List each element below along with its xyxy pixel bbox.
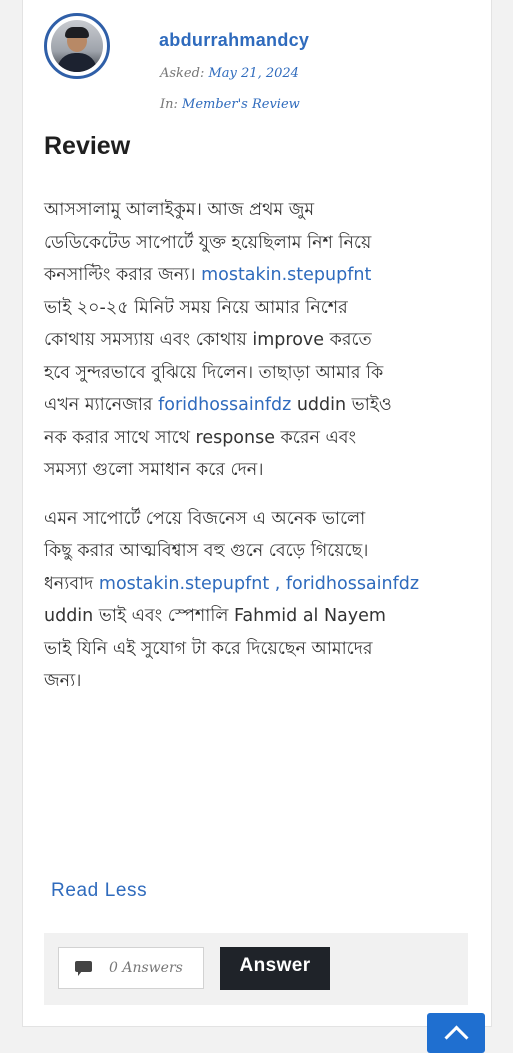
text-line: কিছু করার আত্মবিশ্বাস বহু গুনে বেড়ে গিয… <box>44 535 476 568</box>
question-body: আসসালামু আলাইকুম। আজ প্রথম জুম ডেডিকেটেড … <box>44 194 476 714</box>
text-line: জন্য। <box>44 665 476 698</box>
text-line: সমস্যা গুলো সমাধান করে দেন। <box>44 454 476 487</box>
asked-date-value[interactable]: May 21, 2024 <box>208 66 298 81</box>
paragraph-1: আসসালামু আলাইকুম। আজ প্রথম জুম ডেডিকেটেড … <box>44 194 476 487</box>
answers-count-label: 0 Answers <box>109 960 183 976</box>
question-footer: 0 Answers Answer <box>44 933 468 1005</box>
question-title: Review <box>44 132 131 160</box>
text-line: ডেডিকেটেড সাপোর্টে যুক্ত হয়েছিলাম নিশ ন… <box>44 227 476 260</box>
text-segment: এখন ম্যানেজার <box>44 395 159 415</box>
category-link[interactable]: Member's Review <box>182 97 300 112</box>
asked-date: Asked: May 21, 2024 <box>160 66 299 81</box>
text-line: আসসালামু আলাইকুম। আজ প্রথম জুম <box>44 194 476 227</box>
text-segment: কনসাল্টিং করার জন্য। <box>44 265 202 285</box>
answers-count-button[interactable]: 0 Answers <box>58 947 204 989</box>
scroll-to-top-button[interactable] <box>427 1013 485 1053</box>
text-segment: কোথায় সমস্যায় এবং কোথায় improve করতে <box>44 330 372 350</box>
text-line: ধন্যবাদ mostakin.stepupfnt , foridhossai… <box>44 568 476 601</box>
text-line: uddin ভাই এবং স্পেশালি Fahmid al Nayem <box>44 600 476 633</box>
text-line: এখন ম্যানেজার foridhossainfdz uddin ভাইও <box>44 389 476 422</box>
text-line: ভাই যিনি এই সুযোগ টা করে দিয়েছেন আমাদের <box>44 633 476 666</box>
text-segment: ডেডিকেটেড সাপোর্টে যুক্ত হয়েছিলাম নিশ ন… <box>44 232 372 253</box>
text-segment: uddin ভাইও <box>291 395 392 415</box>
text-segment: ভাই যিনি এই সুযোগ টা করে দিয়েছেন আমাদের <box>44 638 373 659</box>
text-segment: কিছু করার আত্মবিশ্বাস বহু গুনে বেড়ে গিয… <box>44 541 369 561</box>
author-name-link[interactable]: abdurrahmandcy <box>159 30 309 51</box>
text-line: কনসাল্টিং করার জন্য। mostakin.stepupfnt <box>44 259 476 292</box>
text-line: এমন সাপোর্টে পেয়ে বিজনেস এ অনেক ভালো <box>44 503 476 536</box>
text-line: নক করার সাথে সাথে response করেন এবং <box>44 422 476 455</box>
text-segment: হবে সুন্দরভাবে বুঝিয়ে দিলেন। তাছাড়া আম… <box>44 362 384 383</box>
avatar[interactable] <box>44 13 110 79</box>
text-segment: ভাই ২০-২৫ মিনিট সময় নিয়ে আমার নিশের <box>44 297 348 318</box>
text-segment: আসসালামু আলাইকুম। আজ প্রথম জুম <box>44 200 315 220</box>
text-line: ভাই ২০-২৫ মিনিট সময় নিয়ে আমার নিশের <box>44 292 476 325</box>
user-mention-link[interactable]: mostakin.stepupfnt , foridhossainfdz <box>99 574 419 594</box>
read-less-link[interactable]: Read Less <box>51 880 147 902</box>
text-segment: নক করার সাথে সাথে response করেন এবং <box>44 427 357 448</box>
text-line: কোথায় সমস্যায় এবং কোথায় improve করতে <box>44 324 476 357</box>
paragraph-2: এমন সাপোর্টে পেয়ে বিজনেস এ অনেক ভালো কিছ… <box>44 503 476 698</box>
user-mention-link[interactable]: mostakin.stepupfnt <box>201 265 371 285</box>
asked-label: Asked: <box>160 66 205 81</box>
text-segment: জন্য। <box>44 671 82 691</box>
text-line: হবে সুন্দরভাবে বুঝিয়ে দিলেন। তাছাড়া আম… <box>44 357 476 390</box>
text-segment: এমন সাপোর্টে পেয়ে বিজনেস এ অনেক ভালো <box>44 508 366 529</box>
comment-icon <box>75 961 93 976</box>
category-info: In: Member's Review <box>160 97 300 112</box>
avatar-photo <box>51 20 103 72</box>
text-segment: uddin ভাই এবং স্পেশালি Fahmid al Nayem <box>44 606 386 626</box>
chevron-up-icon <box>443 1025 469 1050</box>
text-segment: সমস্যা গুলো সমাধান করে দেন। <box>44 460 264 480</box>
answer-button[interactable]: Answer <box>220 947 330 990</box>
category-label: In: <box>160 97 178 112</box>
text-segment: ধন্যবাদ <box>44 573 99 594</box>
user-mention-link[interactable]: foridhossainfdz <box>158 395 291 415</box>
